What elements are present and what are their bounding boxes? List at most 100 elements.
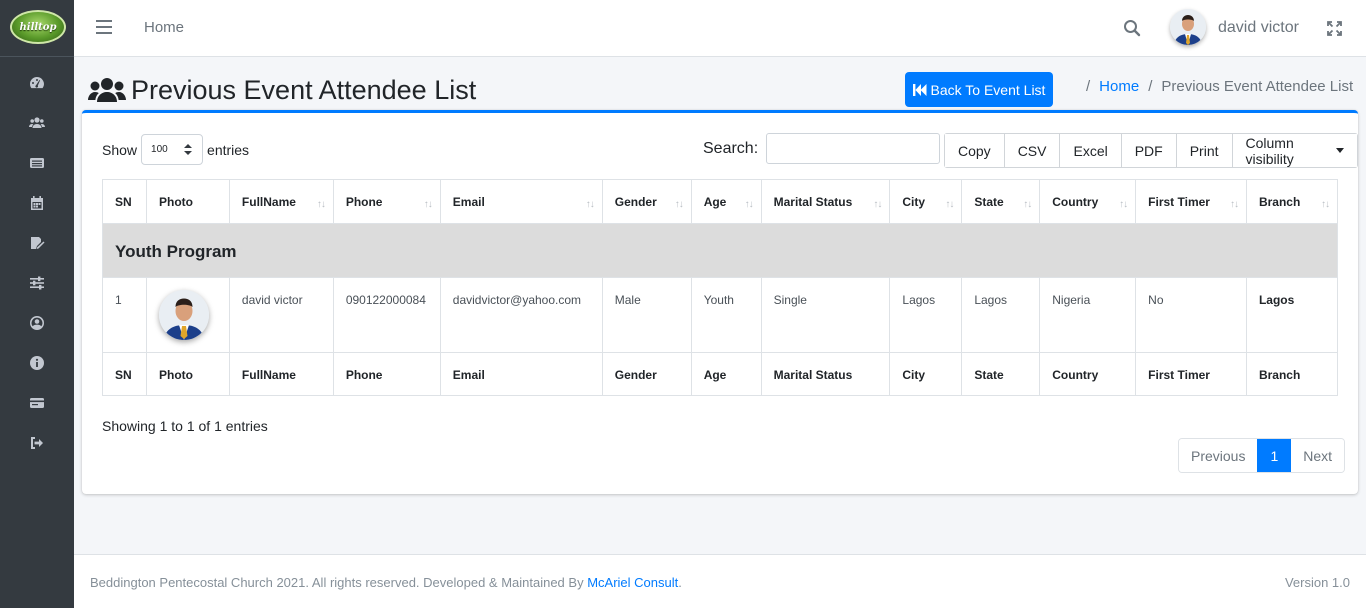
sidebar-item-logout[interactable]	[0, 423, 74, 463]
caret-down-icon	[1336, 148, 1344, 153]
attendee-card: Show 100 entries Search: Copy CSV Excel …	[82, 110, 1358, 494]
cell-first-timer: No	[1135, 277, 1247, 353]
column-header-first-timer[interactable]: First Timer ↑↓	[1135, 179, 1247, 224]
menu-toggle-icon[interactable]	[96, 20, 112, 34]
column-visibility-label: Column visibility	[1245, 134, 1294, 167]
page-header: Previous Event Attendee List	[88, 72, 476, 108]
cell-state: Lagos	[961, 277, 1041, 353]
developer-link[interactable]: McAriel Consult	[587, 575, 678, 590]
search-label: Search:	[703, 139, 759, 157]
sort-icon: ↑↓	[674, 199, 684, 210]
list-icon	[30, 158, 44, 168]
pdf-button[interactable]: PDF	[1121, 134, 1177, 167]
footer-header-branch: Branch	[1245, 352, 1339, 396]
column-label: Phone	[345, 195, 383, 209]
sort-icon: ↑↓	[1321, 199, 1330, 210]
pagination-previous[interactable]: Previous	[1179, 439, 1258, 472]
sidebar: hilltop	[0, 0, 74, 608]
page-footer: Beddington Pentecostal Church 2021. All …	[74, 554, 1366, 608]
column-header-phone[interactable]: Phone ↑↓	[332, 179, 441, 224]
users-icon	[29, 117, 45, 128]
sort-icon: ↑↓	[1119, 199, 1128, 210]
column-visibility-button[interactable]: Column visibility	[1232, 134, 1357, 167]
page-length-select[interactable]: 100	[141, 134, 204, 165]
users-icon	[88, 78, 126, 102]
footer-header-city: City	[889, 352, 963, 396]
copyright-period: .	[678, 575, 682, 590]
breadcrumb-home[interactable]: Home	[1099, 78, 1139, 95]
column-label: SN	[115, 195, 132, 209]
copy-button[interactable]: Copy	[945, 134, 1005, 167]
sidebar-item-cards[interactable]	[0, 383, 74, 423]
cell-phone: 090122000084	[332, 277, 441, 353]
back-to-event-list-button[interactable]: Back To Event List	[905, 72, 1053, 107]
footer-header-fullname: FullName	[228, 352, 334, 396]
top-navbar: Home david victor	[74, 0, 1366, 57]
sidebar-item-list[interactable]	[0, 143, 74, 183]
excel-button[interactable]: Excel	[1060, 134, 1122, 167]
column-label: FullName	[241, 195, 296, 209]
attendee-table: SN Photo FullName ↑↓ Phone ↑↓ Email ↑↓ Gend…	[102, 179, 1339, 396]
calendar-icon	[31, 196, 43, 210]
sidebar-item-forms[interactable]	[0, 223, 74, 263]
column-header-fullname[interactable]: FullName ↑↓	[228, 179, 334, 224]
sidebar-item-profile[interactable]	[0, 303, 74, 343]
csv-button[interactable]: CSV	[1004, 134, 1061, 167]
column-header-photo[interactable]: Photo	[145, 179, 230, 224]
sidebar-item-info[interactable]	[0, 343, 74, 383]
footer-header-marital-status: Marital Status	[760, 352, 891, 396]
column-header-branch[interactable]: Branch ↑↓	[1245, 179, 1339, 224]
footer-header-gender: Gender	[601, 352, 692, 396]
select-arrows-icon	[184, 144, 193, 155]
column-label: Photo	[158, 195, 193, 209]
sidebar-item-dashboard[interactable]	[0, 63, 74, 103]
print-button[interactable]: Print	[1176, 134, 1233, 167]
column-header-email[interactable]: Email ↑↓	[439, 179, 603, 224]
top-nav-home-link[interactable]: Home	[144, 19, 184, 36]
column-header-sn[interactable]: SN	[102, 179, 147, 224]
sidebar-item-settings[interactable]	[0, 263, 74, 303]
pagination-next[interactable]: Next	[1291, 439, 1345, 472]
user-avatar[interactable]	[1170, 9, 1206, 45]
fast-backward-icon	[912, 83, 927, 96]
brand-logo[interactable]: hilltop	[10, 10, 66, 44]
version-label: Version 1.0	[1284, 575, 1350, 590]
column-header-city[interactable]: City ↑↓	[889, 179, 963, 224]
footer-header-state: State	[961, 352, 1041, 396]
breadcrumb: / Home / Previous Event Attendee List	[1086, 78, 1353, 95]
cell-photo	[145, 277, 230, 353]
fullscreen-icon[interactable]	[1327, 21, 1342, 36]
column-header-country[interactable]: Country ↑↓	[1039, 179, 1137, 224]
search-input[interactable]	[766, 133, 941, 164]
column-header-gender[interactable]: Gender ↑↓	[601, 179, 692, 224]
sort-icon: ↑↓	[1229, 199, 1239, 210]
column-header-age[interactable]: Age ↑↓	[690, 179, 762, 224]
column-label: Branch	[1258, 195, 1301, 209]
footer-header-age: Age	[690, 352, 762, 396]
footer-header-email: Email	[439, 352, 603, 396]
column-header-state[interactable]: State ↑↓	[961, 179, 1041, 224]
footer-header-photo: Photo	[145, 352, 230, 396]
search-icon[interactable]	[1123, 19, 1141, 37]
column-label: Age	[703, 195, 727, 209]
info-icon	[30, 356, 44, 370]
pagination-page[interactable]: 1	[1257, 439, 1292, 472]
sort-icon: ↑↓	[873, 199, 882, 210]
sidebar-item-calendar[interactable]	[0, 183, 74, 223]
logo-text: hilltop	[19, 21, 57, 33]
sidebar-item-members[interactable]	[0, 103, 74, 143]
attendee-photo	[158, 290, 209, 340]
sort-icon: ↑↓	[423, 199, 433, 210]
footer-header-sn: SN	[102, 352, 147, 396]
table-row[interactable]: 1 david victor 090122000084 davidvictor@…	[102, 277, 1339, 353]
column-label: First Timer	[1148, 195, 1210, 209]
footer-header-phone: Phone	[332, 352, 441, 396]
footer-header-first-timer: First Timer	[1135, 352, 1247, 396]
footer-header-country: Country	[1039, 352, 1137, 396]
column-header-marital-status[interactable]: Marital Status ↑↓	[760, 179, 891, 224]
sign-out-icon	[31, 437, 43, 449]
column-label: Country	[1052, 195, 1099, 209]
column-label: City	[902, 195, 926, 209]
sliders-icon	[30, 276, 44, 290]
user-name[interactable]: david victor	[1218, 19, 1299, 37]
